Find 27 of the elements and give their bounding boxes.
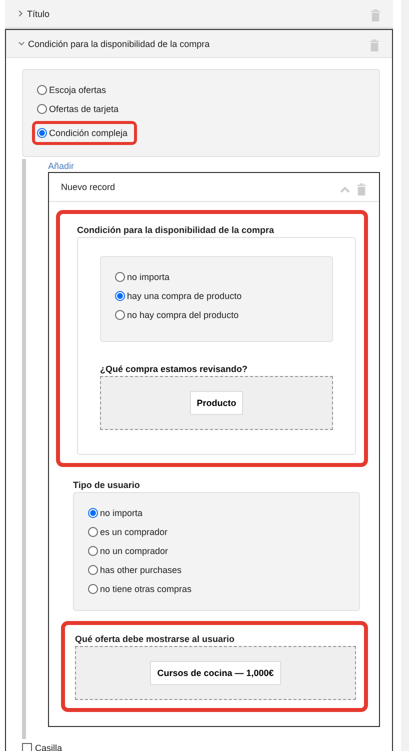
- radio-option[interactable]: has other purchases: [88, 563, 186, 577]
- radio-option[interactable]: no hay compra del producto: [115, 308, 243, 322]
- record-header: Nuevo record: [49, 173, 379, 202]
- radio-option[interactable]: es un comprador: [88, 525, 172, 539]
- chevron-icon: [17, 10, 24, 17]
- section-label: Condición para la disponibilidad de la compra: [77, 225, 274, 235]
- radio-option[interactable]: no importa: [88, 506, 147, 520]
- checkbox-option[interactable]: Casilla: [22, 742, 62, 751]
- radio-option[interactable]: no un comprador: [88, 544, 172, 558]
- trash-icon[interactable]: [370, 9, 381, 22]
- radio-option[interactable]: no importa: [115, 270, 174, 284]
- chevron-icon: [18, 40, 25, 47]
- section-header[interactable]: Condición para la disponibilidad de la compra: [6, 30, 392, 58]
- trash-icon[interactable]: [356, 182, 367, 196]
- radio-option[interactable]: hay una compra de producto: [115, 289, 246, 303]
- radio-option[interactable]: no tiene otras compras: [88, 582, 196, 596]
- caret-up-icon[interactable]: [340, 186, 350, 192]
- trash-icon[interactable]: [369, 39, 380, 52]
- offer-button[interactable]: Cursos de cocina — 1,000€: [150, 661, 281, 685]
- product-button[interactable]: Producto: [190, 391, 244, 415]
- section-label: Tipo de usuario: [73, 480, 140, 490]
- radio-option[interactable]: Escoja ofertas: [37, 83, 110, 97]
- radio-option[interactable]: Condición compleja: [32, 121, 137, 145]
- add-link[interactable]: Añadir: [48, 161, 74, 171]
- question-label: ¿Qué compra estamos revisando?: [100, 364, 248, 374]
- radio-option[interactable]: Ofertas de tarjeta: [37, 102, 123, 116]
- section-label: Qué oferta debe mostrarse al usuario: [75, 634, 235, 644]
